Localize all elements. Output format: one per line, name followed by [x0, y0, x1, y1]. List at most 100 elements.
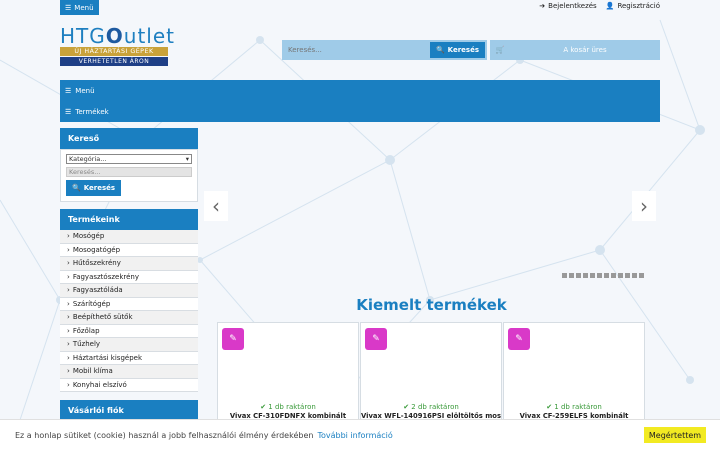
product-card[interactable]: ✎ ✔ 1 db raktáron Vivax CF-310FDNFX kombin… — [217, 322, 359, 432]
category-item[interactable]: › Hűtőszekrény — [60, 257, 198, 271]
sidebar-search-label: Keresés — [83, 184, 116, 192]
category-select-value: Kategória... — [69, 155, 107, 163]
category-item[interactable]: › Beépíthető sütők — [60, 311, 198, 325]
slider-dots — [562, 273, 644, 278]
product-card[interactable]: ✎ ✔ 2 db raktáron Vivax WFL-140916PSI elöl… — [360, 322, 502, 432]
stock-status: ✔ 1 db raktáron — [504, 403, 644, 411]
slider-next-button[interactable]: › — [632, 191, 656, 221]
slider-dot[interactable] — [611, 273, 616, 278]
check-circle-icon: ✔ — [403, 403, 410, 411]
chevron-right-icon: › — [67, 380, 70, 389]
stock-label: 1 db raktáron — [268, 403, 316, 411]
category-item[interactable]: › Fagyasztóláda — [60, 284, 198, 298]
logo-tagline-2: VERHETETLEN ÁRON — [60, 57, 168, 66]
cookie-accept-button[interactable]: Megértettem — [644, 427, 706, 443]
register-label: Regisztráció — [617, 2, 660, 10]
hero-slider: ‹ › — [203, 128, 660, 283]
check-circle-icon: ✔ — [546, 403, 553, 411]
chevron-right-icon: › — [67, 232, 70, 241]
category-label: Tűzhely — [72, 340, 101, 349]
register-link[interactable]: 👤 Regisztráció — [606, 2, 660, 10]
featured-products: ✎ ✔ 1 db raktáron Vivax CF-310FDNFX kombin… — [217, 322, 645, 432]
slider-prev-button[interactable]: ‹ — [204, 191, 228, 221]
tag-icon: ✎ — [222, 328, 244, 350]
category-label: Hűtőszekrény — [72, 259, 121, 268]
chevron-right-icon: › — [67, 272, 70, 281]
chevron-right-icon: › — [67, 313, 70, 322]
chevron-right-icon: › — [67, 245, 70, 254]
category-item[interactable]: › Mosógép — [60, 230, 198, 244]
category-select[interactable]: Kategória... ▾ — [66, 154, 192, 164]
logo-wordmark: HTGOutlet — [60, 24, 174, 48]
logo-part-utlet: utlet — [123, 24, 176, 48]
slider-dot[interactable] — [569, 273, 574, 278]
cookie-banner: Ez a honlap sütiket (cookie) használ a j… — [0, 419, 720, 450]
category-label: Fagyasztóláda — [72, 286, 123, 295]
cart-widget[interactable]: 🛒 A kosár üres — [490, 40, 660, 60]
top-menu-label: Menü — [74, 3, 94, 12]
login-link[interactable]: ➔ Bejelentkezés — [539, 2, 596, 10]
cookie-text: Ez a honlap sütiket (cookie) használ a j… — [15, 430, 314, 440]
search-icon: 🔍 — [435, 46, 445, 54]
hamburger-icon: ☰ — [65, 86, 72, 95]
chevron-right-icon: › — [67, 367, 70, 376]
slider-dot[interactable] — [625, 273, 630, 278]
category-item[interactable]: › Mobil klíma — [60, 365, 198, 379]
slider-dot[interactable] — [604, 273, 609, 278]
slider-dot[interactable] — [576, 273, 581, 278]
chevron-right-icon: › — [67, 353, 70, 362]
tag-icon: ✎ — [508, 328, 530, 350]
chevron-right-icon: › — [640, 194, 648, 218]
chevron-right-icon: › — [67, 259, 70, 268]
search-box-title: Kereső — [60, 128, 198, 149]
tag-icon: ✎ — [365, 328, 387, 350]
chevron-right-icon: › — [67, 286, 70, 295]
category-item[interactable]: › Tűzhely — [60, 338, 198, 352]
sidebar-search-input[interactable]: Keresés... — [66, 167, 192, 177]
nav-item-products[interactable]: ☰ Termékek — [60, 101, 660, 122]
category-label: Mosogatógép — [72, 245, 121, 254]
product-card[interactable]: ✎ ✔ 1 db raktáron Vivax CF-259ELFS kombiná… — [503, 322, 645, 432]
products-box-title: Termékeink — [60, 209, 198, 230]
category-list: › Mosógép › Mosogatógép › Hűtőszekrény › Fagyas… — [60, 230, 198, 392]
category-label: Beépíthető sütők — [72, 313, 133, 322]
slider-dot[interactable] — [639, 273, 644, 278]
category-label: Háztartási kisgépek — [72, 353, 143, 362]
chevron-down-icon: ▾ — [185, 155, 189, 163]
top-bar: ☰ Menü ➔ Bejelentkezés 👤 Regisztráció — [60, 0, 660, 16]
category-item[interactable]: › Fagyasztószekrény — [60, 270, 198, 284]
nav-item-menu[interactable]: ☰ Menü — [60, 80, 660, 101]
top-menu-button[interactable]: ☰ Menü — [60, 0, 99, 15]
slider-dot[interactable] — [632, 273, 637, 278]
cookie-more-info-link[interactable]: További információ — [317, 431, 392, 440]
search-box-body: Kategória... ▾ Keresés... 🔍 Keresés — [60, 149, 198, 202]
category-item[interactable]: › Mosogatógép — [60, 243, 198, 257]
header-search: 🔍 Keresés — [282, 40, 487, 60]
search-button-label: Keresés — [447, 46, 479, 54]
logo-o-icon: O — [105, 24, 124, 48]
category-item[interactable]: › Főzőlap — [60, 324, 198, 338]
logo-part-htg: HTG — [60, 24, 106, 48]
stock-status: ✔ 1 db raktáron — [218, 403, 358, 411]
account-links: ➔ Bejelentkezés 👤 Regisztráció — [539, 2, 660, 10]
header-search-button[interactable]: 🔍 Keresés — [429, 42, 485, 58]
nav-item-label: Termékek — [75, 107, 109, 116]
category-label: Főzőlap — [72, 326, 100, 335]
category-item[interactable]: › Konyhai elszívó — [60, 378, 198, 392]
sidebar: Kereső Kategória... ▾ Keresés... 🔍 Keres… — [60, 128, 198, 421]
hamburger-icon: ☰ — [65, 107, 72, 116]
main-nav: ☰ Menü ☰ Termékek — [60, 80, 660, 122]
slider-dot[interactable] — [562, 273, 567, 278]
slider-dot[interactable] — [597, 273, 602, 278]
category-item[interactable]: › Háztartási kisgépek — [60, 351, 198, 365]
slider-dot[interactable] — [583, 273, 588, 278]
category-item[interactable]: › Szárítógép — [60, 297, 198, 311]
header-search-input[interactable] — [284, 46, 430, 54]
stock-status: ✔ 2 db raktáron — [361, 403, 501, 411]
slider-dot[interactable] — [590, 273, 595, 278]
slider-dot[interactable] — [618, 273, 623, 278]
site-logo[interactable]: HTGOutlet ÚJ HÁZTARTÁSI GÉPEK VERHETETLE… — [60, 24, 174, 73]
category-label: Mobil klíma — [72, 367, 113, 376]
sidebar-search-button[interactable]: 🔍 Keresés — [66, 180, 122, 196]
cart-status: A kosár üres — [563, 46, 607, 54]
